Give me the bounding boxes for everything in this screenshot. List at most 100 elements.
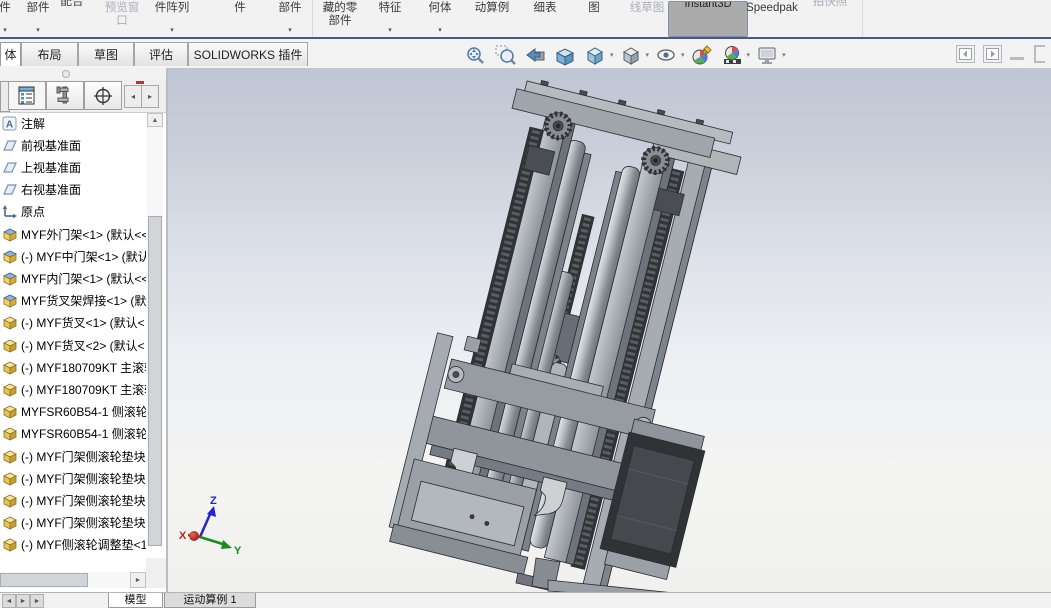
horizontal-scroll-thumb[interactable] xyxy=(0,573,88,587)
scroll-up-button[interactable]: ▲ xyxy=(147,113,163,127)
tree-item[interactable]: MYF外门架<1> (默认<< xyxy=(2,224,146,244)
tree-item[interactable]: 原点 xyxy=(2,202,146,222)
view-orientation-icon[interactable] xyxy=(582,43,608,67)
minimize-button[interactable] xyxy=(1010,57,1024,60)
tree-item-label: 前视基准面 xyxy=(21,137,81,154)
tree-item[interactable]: (-) MYF中门架<1> (默认 xyxy=(2,246,146,266)
triad-y-label: Y xyxy=(234,545,242,557)
sheet-nav-button-2[interactable]: ► xyxy=(30,594,44,608)
tree-item[interactable]: (-) MYF门架侧滚轮垫块< xyxy=(2,513,146,533)
edit-component-caret-icon[interactable]: ▾ xyxy=(0,27,80,35)
cad-model-forklift-mast: Z Y X xyxy=(168,68,1051,592)
tree-item-label: (-) MYF门架侧滚轮垫块< xyxy=(21,470,146,487)
panel-tab-featuremanager-tree[interactable] xyxy=(8,81,46,110)
panel-grip[interactable] xyxy=(62,70,70,78)
pane-right-button[interactable] xyxy=(983,45,1002,63)
tree-item-label: (-) MYF180709KT 主滚轮 xyxy=(21,381,146,398)
part-icon xyxy=(2,404,18,419)
tree-item[interactable]: MYFSR60B54-1 侧滚轮 xyxy=(2,424,146,444)
sheet-nav-button-1[interactable]: ► xyxy=(16,594,30,608)
tree-item[interactable]: (-) MYF门架侧滚轮垫块< xyxy=(2,468,146,488)
tree-item-label: (-) MYF货叉<2> (默认< xyxy=(21,337,145,354)
component-pattern-caret-icon[interactable]: ▾ xyxy=(130,27,214,35)
tree-item[interactable]: (-) MYF门架侧滚轮垫块< xyxy=(2,490,146,510)
apply-scene-caret-icon[interactable]: ▾ xyxy=(747,51,751,59)
part-icon xyxy=(2,382,18,397)
tree-item[interactable]: 上视基准面 xyxy=(2,157,146,177)
tree-item[interactable]: (-) MYF货叉<1> (默认< xyxy=(2,313,146,333)
tree-item[interactable]: MYF货叉架焊接<1> (默 xyxy=(2,291,146,311)
plane-icon xyxy=(2,160,18,175)
svg-text:A: A xyxy=(6,119,13,130)
reference-geometry-caret-icon[interactable]: ▾ xyxy=(398,27,482,35)
zoom-to-area-icon[interactable] xyxy=(492,43,518,67)
panel-tab-bar: ◂▸ xyxy=(0,80,166,113)
tree-item[interactable]: MYF内门架<1> (默认<< xyxy=(2,268,146,288)
view-orientation-caret-icon[interactable]: ▾ xyxy=(610,51,614,59)
bottom-tab-模型[interactable]: 模型 xyxy=(108,593,163,608)
tree-item-label: (-) MYF门架侧滚轮垫块< xyxy=(21,448,146,465)
apply-scene-icon[interactable] xyxy=(719,43,745,67)
tree-item[interactable]: MYFSR60B54-1 侧滚轮 xyxy=(2,402,146,422)
subassembly-icon xyxy=(2,293,18,308)
graphics-viewport[interactable]: Z Y X xyxy=(168,68,1051,592)
hide-show-items-icon[interactable] xyxy=(653,43,679,67)
tree-item-label: MYFSR60B54-1 侧滚轮 xyxy=(21,403,146,420)
bottom-tab-bar: ◄►►模型运动算例 1 xyxy=(0,592,1051,608)
tree-item-label: 原点 xyxy=(21,203,45,220)
tree-item-label: MYF外门架<1> (默认<< xyxy=(21,226,146,243)
edit-appearance-icon[interactable] xyxy=(689,43,715,67)
tree-item[interactable]: A注解 xyxy=(2,113,146,133)
annotations-icon: A xyxy=(2,116,18,131)
panel-splitter[interactable] xyxy=(166,68,168,592)
part-icon xyxy=(2,315,18,330)
panel-nav-left-button[interactable]: ◂ xyxy=(124,85,142,108)
panel-tab-propertymanager[interactable] xyxy=(46,81,84,110)
solidworks-window: 件▾部件▾配合预览窗口件阵列▾件部件▾藏的零部件特征▾何体▾动算例细表图线草图I… xyxy=(0,0,1051,608)
display-style-caret-icon[interactable]: ▾ xyxy=(646,51,650,59)
tree-item[interactable]: (-) MYF货叉<2> (默认< xyxy=(2,335,146,355)
pane-left-button[interactable] xyxy=(956,45,975,63)
previous-view-icon[interactable] xyxy=(522,43,548,67)
part-icon xyxy=(2,338,18,353)
restore-button[interactable] xyxy=(1034,45,1045,63)
view-settings-caret-icon[interactable]: ▾ xyxy=(782,51,786,59)
model-mast xyxy=(386,71,783,592)
panel-header xyxy=(0,68,166,80)
display-style-icon[interactable] xyxy=(618,43,644,67)
reference-triad: Z Y X xyxy=(179,495,242,557)
command-tab-评估[interactable]: 评估 xyxy=(134,42,188,66)
subassembly-icon xyxy=(2,227,18,242)
part-icon xyxy=(2,515,18,530)
hide-show-items-caret-icon[interactable]: ▾ xyxy=(681,51,685,59)
move-component-caret-icon[interactable]: ▾ xyxy=(248,27,332,35)
document-window-controls xyxy=(956,45,1045,63)
panel-nav-right-button[interactable]: ▸ xyxy=(141,85,159,108)
tree-item[interactable]: (-) MYF门架侧滚轮垫块< xyxy=(2,446,146,466)
scroll-right-button[interactable]: ► xyxy=(130,572,146,588)
feature-tree: A注解前视基准面上视基准面右视基准面原点 MYF外门架<1> (默认<< (-) M… xyxy=(0,113,146,556)
ribbon-toolbar: 件▾部件▾配合预览窗口件阵列▾件部件▾藏的零部件特征▾何体▾动算例细表图线草图I… xyxy=(0,0,1051,37)
sheet-nav-button-0[interactable]: ◄ xyxy=(2,594,16,608)
view-settings-icon[interactable] xyxy=(754,43,780,67)
tree-item[interactable]: 右视基准面 xyxy=(2,180,146,200)
headsup-view-toolbar: ▾ ▾ ▾ ▾ ▾ xyxy=(460,42,788,68)
featuremanager-panel: ◂▸ A注解前视基准面上视基准面右视基准面原点 MYF外门架<1> (默认<< (-… xyxy=(0,68,166,592)
panel-tab-configurationmanager[interactable] xyxy=(84,81,122,110)
command-tab-体[interactable]: 体 xyxy=(0,42,21,66)
command-tab-草图[interactable]: 草图 xyxy=(78,42,134,66)
tree-item[interactable]: 前视基准面 xyxy=(2,135,146,155)
section-view-icon[interactable] xyxy=(552,43,578,67)
triad-x-label: X xyxy=(179,530,187,542)
tree-item-label: (-) MYF中门架<1> (默认 xyxy=(21,248,146,265)
tree-item[interactable]: (-) MYF180709KT 主滚轮 xyxy=(2,379,146,399)
zoom-to-fit-icon[interactable] xyxy=(462,43,488,67)
bottom-tab-运动算例 1[interactable]: 运动算例 1 xyxy=(164,593,256,608)
vertical-scroll-thumb[interactable] xyxy=(148,216,162,546)
command-tab-布局[interactable]: 布局 xyxy=(21,42,78,66)
command-tab-SOLIDWORKS 插件[interactable]: SOLIDWORKS 插件 xyxy=(188,42,308,66)
panel-tab-marker xyxy=(136,81,144,84)
subassembly-icon xyxy=(2,271,18,286)
tree-item[interactable]: (-) MYF侧滚轮调整垫<1: xyxy=(2,535,146,555)
tree-item[interactable]: (-) MYF180709KT 主滚轮 xyxy=(2,357,146,377)
